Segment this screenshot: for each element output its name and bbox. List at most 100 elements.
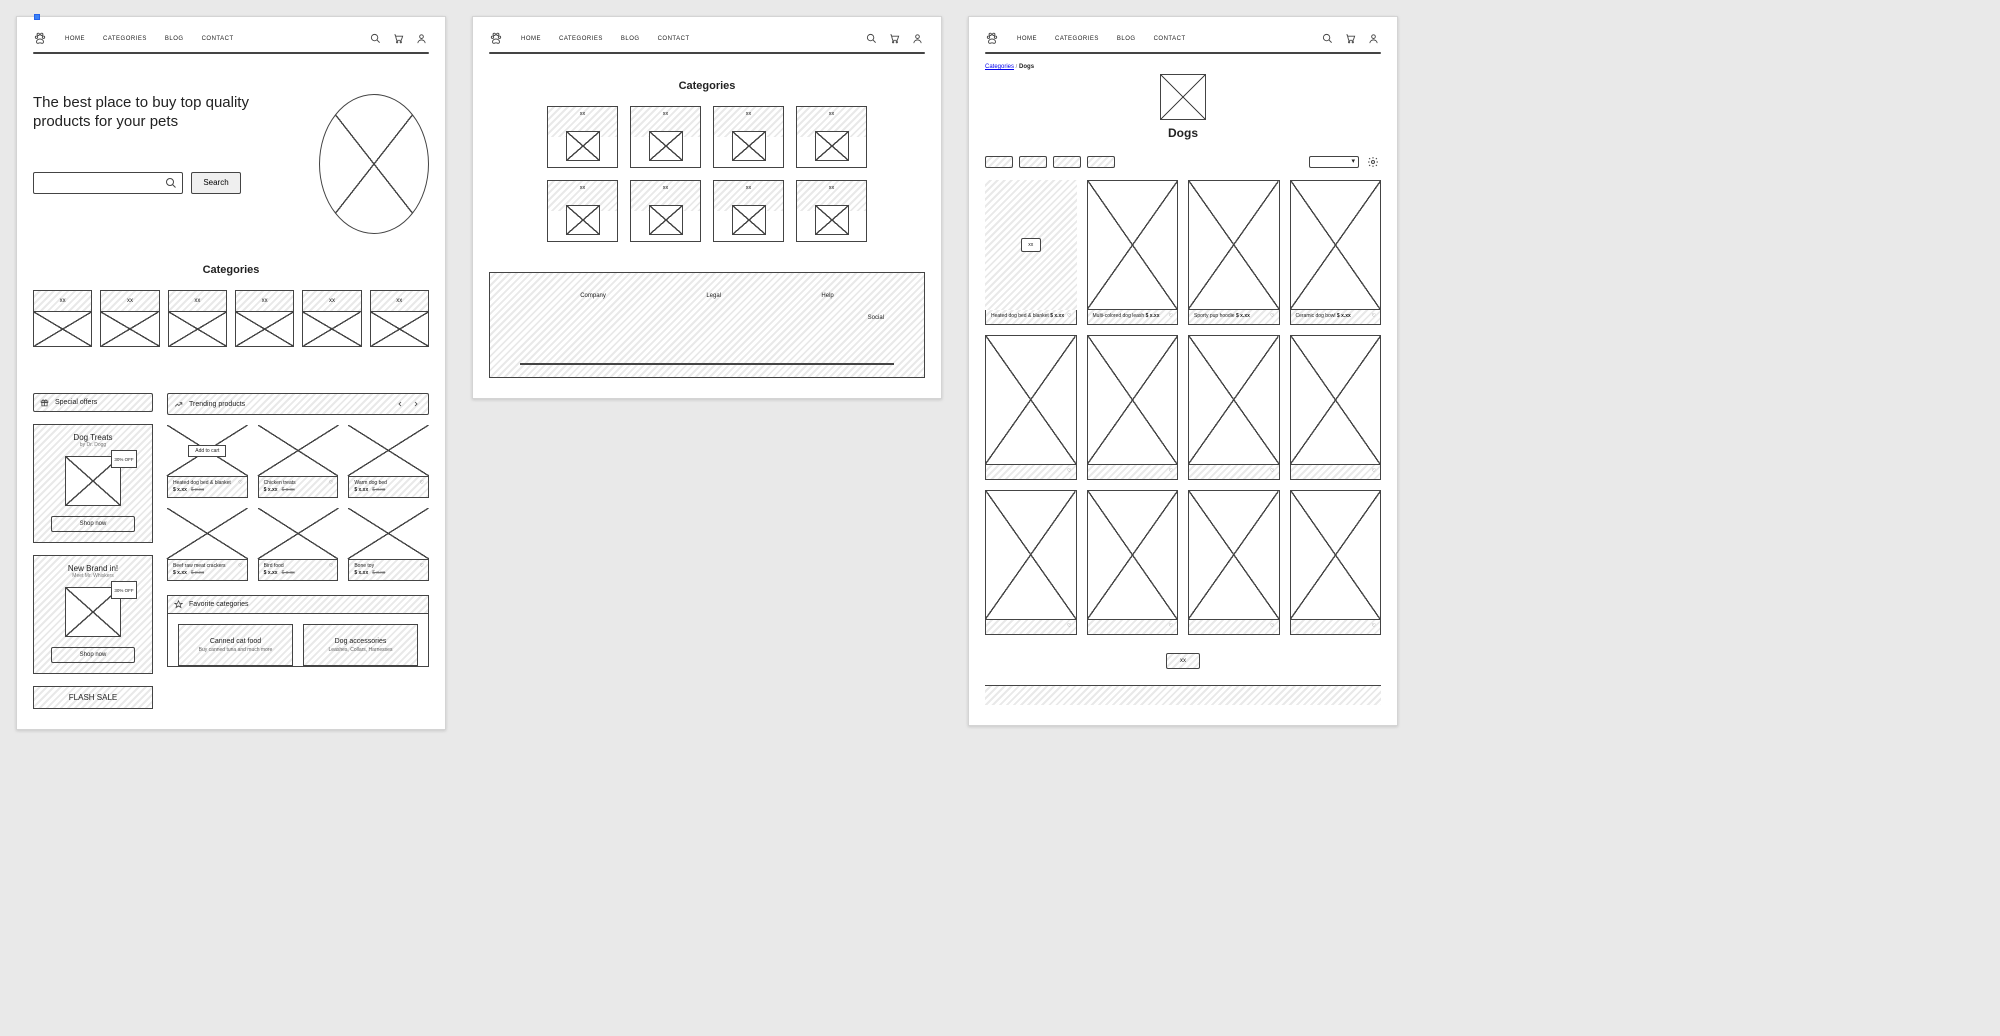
search-icon[interactable] <box>368 31 383 46</box>
footer-social[interactable]: Social <box>530 315 884 321</box>
search-button[interactable]: Search <box>191 172 241 194</box>
category-tile[interactable]: xx <box>168 290 227 347</box>
heart-icon[interactable]: ♡ <box>1270 468 1274 474</box>
product-card[interactable]: ♡ <box>985 335 1077 480</box>
search-icon[interactable] <box>864 31 879 46</box>
category-tile[interactable]: xx <box>547 180 618 242</box>
heart-icon[interactable]: ♡ <box>329 563 333 569</box>
heart-icon[interactable]: ♡ <box>1067 313 1071 319</box>
filter-chip[interactable] <box>1053 156 1081 168</box>
category-tile[interactable]: xx <box>33 290 92 347</box>
product-card[interactable]: Beef raw meat crackers $ x.xx$ x.xx ♡ <box>167 508 248 581</box>
category-tile[interactable]: xx <box>630 180 701 242</box>
offer-card[interactable]: Dog Treats by Dr. Dogg 30% OFF Shop now <box>33 424 153 543</box>
nav-contact[interactable]: CONTACT <box>1154 36 1186 42</box>
user-icon[interactable] <box>910 31 925 46</box>
heart-icon[interactable]: ♡ <box>1067 468 1071 474</box>
categories-heading: Categories <box>489 80 925 92</box>
filter-chip[interactable] <box>1019 156 1047 168</box>
category-tile[interactable]: xx <box>100 290 159 347</box>
prev-icon[interactable] <box>394 398 406 410</box>
nav-home[interactable]: HOME <box>521 36 541 42</box>
product-card[interactable]: ♡ <box>1290 335 1382 480</box>
product-card[interactable]: ♡ <box>1290 490 1382 635</box>
heart-icon[interactable]: ♡ <box>1372 313 1376 319</box>
cart-icon[interactable] <box>391 31 406 46</box>
product-card[interactable]: Multi-colored dog leash $ x.xx ♡ <box>1087 180 1179 325</box>
product-card[interactable]: Add to cart Heated dog bed & blanket $ x… <box>167 425 248 498</box>
cart-icon[interactable] <box>887 31 902 46</box>
nav-blog[interactable]: BLOG <box>1117 36 1136 42</box>
user-icon[interactable] <box>414 31 429 46</box>
nav-home[interactable]: HOME <box>65 36 85 42</box>
category-tile[interactable]: xx <box>796 106 867 168</box>
heart-icon[interactable]: ♡ <box>1169 313 1173 319</box>
settings-icon[interactable] <box>1365 154 1381 170</box>
product-card[interactable]: ♡ <box>1087 490 1179 635</box>
product-card[interactable]: Bone toy $ x.xx$ x.xx ♡ <box>348 508 429 581</box>
product-card[interactable]: ♡ <box>985 490 1077 635</box>
trending-heading: Trending products <box>167 393 429 415</box>
category-tile[interactable]: xx <box>713 106 784 168</box>
heart-icon[interactable]: ♡ <box>420 563 424 569</box>
category-tile[interactable]: xx <box>796 180 867 242</box>
favorite-category-tile[interactable]: Canned cat food Buy canned tuna and much… <box>178 624 293 666</box>
product-card[interactable]: Ceramic dog bowl $ x.xx ♡ <box>1290 180 1382 325</box>
breadcrumb-root[interactable]: Categories <box>985 64 1014 70</box>
favorite-category-tile[interactable]: Dog accessories Leashes, Collars, Harnes… <box>303 624 418 666</box>
nav-categories[interactable]: CATEGORIES <box>1055 36 1099 42</box>
heart-icon[interactable]: ♡ <box>1372 468 1376 474</box>
header: HOME CATEGORIES BLOG CONTACT <box>985 31 1381 46</box>
footer-legal[interactable]: Legal <box>706 293 721 299</box>
category-tile[interactable]: xx <box>302 290 361 347</box>
category-tile[interactable]: xx <box>235 290 294 347</box>
filter-chip[interactable] <box>1087 156 1115 168</box>
hero-search-input[interactable] <box>33 172 183 194</box>
add-to-cart-button[interactable]: Add to cart <box>188 445 226 457</box>
hover-button[interactable]: xx <box>1021 238 1041 252</box>
shop-now-button[interactable]: Shop now <box>51 647 135 663</box>
nav-contact[interactable]: CONTACT <box>658 36 690 42</box>
artboard-listing: HOME CATEGORIES BLOG CONTACT Categories … <box>968 16 1398 726</box>
category-tile[interactable]: xx <box>370 290 429 347</box>
product-card[interactable]: Bird food $ x.xx$ x.xx ♡ <box>258 508 339 581</box>
heart-icon[interactable]: ♡ <box>238 563 242 569</box>
heart-icon[interactable]: ♡ <box>1169 623 1173 629</box>
nav-categories[interactable]: CATEGORIES <box>103 36 147 42</box>
cart-icon[interactable] <box>1343 31 1358 46</box>
user-icon[interactable] <box>1366 31 1381 46</box>
load-more-button[interactable]: xx <box>1166 653 1200 669</box>
heart-icon[interactable]: ♡ <box>1169 468 1173 474</box>
category-tile[interactable]: xx <box>630 106 701 168</box>
nav-contact[interactable]: CONTACT <box>202 36 234 42</box>
product-card[interactable]: xx Heated dog bed & blanket $ x.xx ♡ <box>985 180 1077 325</box>
search-icon[interactable] <box>1320 31 1335 46</box>
category-tile[interactable]: xx <box>547 106 618 168</box>
heart-icon[interactable]: ♡ <box>238 480 242 486</box>
heart-icon[interactable]: ♡ <box>420 480 424 486</box>
heart-icon[interactable]: ♡ <box>1372 623 1376 629</box>
product-card[interactable]: ♡ <box>1188 335 1280 480</box>
filter-chip[interactable] <box>985 156 1013 168</box>
product-card[interactable]: ♡ <box>1087 335 1179 480</box>
heart-icon[interactable]: ♡ <box>1067 623 1071 629</box>
next-icon[interactable] <box>410 398 422 410</box>
heart-icon[interactable]: ♡ <box>329 480 333 486</box>
offer-card[interactable]: New Brand in! Meet Mr. Whiskers 30% OFF … <box>33 555 153 674</box>
nav-home[interactable]: HOME <box>1017 36 1037 42</box>
footer-help[interactable]: Help <box>821 293 833 299</box>
footer-company[interactable]: Company <box>580 293 606 299</box>
nav-blog[interactable]: BLOG <box>621 36 640 42</box>
shop-now-button[interactable]: Shop now <box>51 516 135 532</box>
product-card[interactable]: Sporty pup hoodie $ x.xx ♡ <box>1188 180 1280 325</box>
product-card[interactable]: Warm dog bed $ x.xx$ x.xx ♡ <box>348 425 429 498</box>
heart-icon[interactable]: ♡ <box>1270 313 1274 319</box>
offer-card[interactable]: FLASH SALE <box>33 686 153 709</box>
product-card[interactable]: Chicken treats $ x.xx$ x.xx ♡ <box>258 425 339 498</box>
category-tile[interactable]: xx <box>713 180 784 242</box>
heart-icon[interactable]: ♡ <box>1270 623 1274 629</box>
product-card[interactable]: ♡ <box>1188 490 1280 635</box>
nav-categories[interactable]: CATEGORIES <box>559 36 603 42</box>
nav-blog[interactable]: BLOG <box>165 36 184 42</box>
sort-dropdown[interactable] <box>1309 156 1359 168</box>
